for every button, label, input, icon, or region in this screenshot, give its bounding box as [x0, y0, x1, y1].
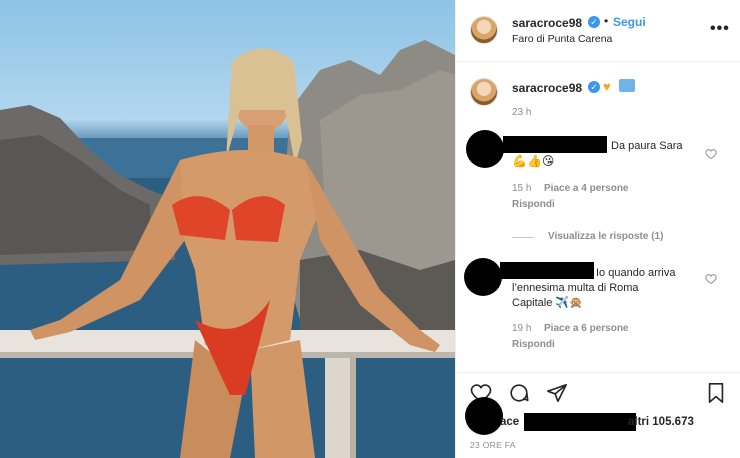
comment-1-emoji: 💪👍😘: [512, 154, 555, 168]
liker-username-redacted[interactable]: [524, 413, 636, 431]
liker-avatar[interactable]: [465, 397, 503, 435]
comment-2-username-redacted[interactable]: [500, 262, 594, 279]
comment-1-reply[interactable]: Rispondi: [512, 199, 555, 210]
caption-username[interactable]: saracroce98: [512, 81, 582, 95]
actions-divider: [456, 372, 740, 373]
comment-1-avatar[interactable]: [466, 130, 504, 168]
share-icon[interactable]: [546, 382, 568, 404]
comment-1-likes[interactable]: Piace a 4 persone: [544, 183, 629, 194]
author-avatar[interactable]: [470, 16, 498, 44]
post-details-panel: saracroce98 ✓ • Segui Faro di Punta Care…: [455, 0, 740, 458]
comment-1-like-icon[interactable]: [705, 148, 717, 160]
comment-2-likes[interactable]: Piace a 6 persone: [544, 323, 629, 334]
bookmark-icon[interactable]: [705, 382, 727, 404]
verified-icon: ✓: [588, 16, 600, 28]
comment-2-text-1: Io quando arriva: [596, 267, 676, 279]
comment-1-time: 15 h: [512, 183, 532, 194]
comment-2-text-3: Capitale ✈️🙊: [512, 297, 583, 309]
comment-2-text-2: l’ennesima multa di Roma: [512, 282, 639, 294]
comment-2-avatar[interactable]: [464, 258, 502, 296]
location-link[interactable]: Faro di Punta Carena: [512, 33, 612, 45]
follow-button[interactable]: Segui: [613, 15, 646, 29]
caption-time: 23 h: [512, 107, 532, 118]
comment-icon[interactable]: [508, 382, 530, 404]
comment-1-text: Da paura Sara: [611, 140, 683, 152]
likes-count[interactable]: altri 105.673: [628, 416, 694, 428]
comment-1-username-redacted[interactable]: [503, 136, 607, 153]
post-photo[interactable]: [0, 0, 455, 458]
author-username[interactable]: saracroce98: [512, 16, 582, 30]
wave-emoji: [619, 79, 635, 92]
view-replies-button[interactable]: Visualizza le risposte (1): [548, 231, 663, 242]
separator-dot: •: [604, 14, 609, 28]
header-divider: [456, 61, 740, 62]
comment-2-like-icon[interactable]: [705, 273, 717, 285]
likes-prefix: ace: [500, 416, 520, 428]
orange-heart-emoji: ♥: [603, 79, 611, 94]
comment-2-reply[interactable]: Rispondi: [512, 339, 555, 350]
caption-author-avatar[interactable]: [470, 78, 498, 106]
caption-verified-icon: ✓: [588, 81, 600, 93]
more-options-icon[interactable]: •••: [710, 20, 730, 38]
post-age[interactable]: 23 ORE FA: [470, 440, 516, 450]
photo-illustration: [0, 40, 455, 458]
comment-2-time: 19 h: [512, 323, 532, 334]
replies-line: [512, 237, 534, 238]
